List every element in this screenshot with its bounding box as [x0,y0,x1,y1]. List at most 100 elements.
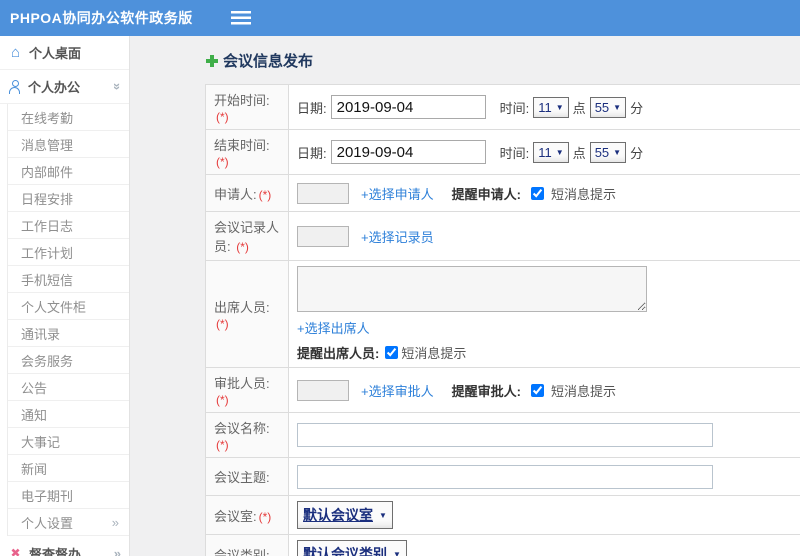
sidebar-item-announcement[interactable]: 公告 [8,374,129,401]
caret-down-icon: ▼ [613,147,622,157]
sidebar-item-label: 个人设置 [21,515,74,531]
sidebar-item-personal-desktop[interactable]: ⌂ 个人桌面 [0,36,129,70]
remind-approver-label: 提醒审批人: [451,383,521,399]
approver-label: 审批人员: [214,376,270,391]
sidebar-item-notice[interactable]: 通知 [8,401,129,428]
sidebar-item-work-plan[interactable]: 工作计划 [8,239,129,266]
add-icon [205,54,219,68]
time-label: 时间: [499,145,530,161]
start-time-label: 开始时间: [214,93,270,108]
sidebar-item-supervision[interactable]: ✖ 督查督办 » [0,536,129,556]
choose-approver-link[interactable]: +选择审批人 [361,381,434,400]
end-hour-select[interactable]: 11 ▼ [533,141,569,163]
caret-down-icon: ▼ [379,510,387,520]
sidebar-item-label: 在线考勤 [21,110,74,126]
meeting-category-label: 会议类别: [214,547,270,556]
end-date-input[interactable] [330,140,486,164]
remind-attendees-label: 提醒出席人员: [297,346,380,361]
time-label: 时间: [499,100,530,116]
page-title: 会议信息发布 [223,53,314,70]
required-mark: (*) [216,110,229,124]
attendees-textarea[interactable] [297,266,647,312]
sidebar-item-label: 日程安排 [21,191,74,207]
sidebar-item-label: 个人文件柜 [21,299,87,315]
recorder-input[interactable] [297,225,349,247]
approver-input[interactable] [297,379,349,401]
home-icon: ⌂ [10,44,21,61]
sidebar-item-label: 个人办公 [28,80,81,95]
sidebar-item-label: 个人桌面 [29,46,82,61]
meeting-room-label: 会议室: [214,508,257,524]
sidebar-item-label: 通讯录 [21,326,61,342]
applicant-sms-checkbox[interactable] [530,186,544,200]
meeting-category-select[interactable]: 默认会议类别 ▼ [297,540,407,556]
hamburger-menu-icon[interactable] [230,11,251,25]
sidebar-item-label: 工作日志 [21,218,74,234]
meeting-name-label: 会议名称: [214,421,270,436]
remind-applicant-label: 提醒申请人: [451,186,521,202]
caret-down-icon: ▼ [393,549,401,556]
sidebar-item-contacts[interactable]: 通讯录 [8,320,129,347]
chevron-right-icon: » [111,514,119,530]
sidebar-item-label: 电子期刊 [21,488,74,504]
required-mark: (*) [236,240,249,254]
applicant-input[interactable] [297,182,349,204]
meeting-name-input[interactable] [297,423,713,447]
sidebar-item-events[interactable]: 大事记 [8,428,129,455]
sidebar-item-personal-files[interactable]: 个人文件柜 [8,293,129,320]
meeting-room-select[interactable]: 默认会议室 ▼ [297,501,393,529]
attendees-sms-checkbox[interactable] [385,346,399,359]
meeting-subject-input[interactable] [297,464,713,489]
sidebar-item-work-log[interactable]: 工作日志 [8,212,129,239]
sidebar-item-e-journal[interactable]: 电子期刊 [8,482,129,509]
choose-applicant-link[interactable]: +选择申请人 [361,184,434,203]
supervision-icon: ✖ [10,546,21,556]
attendees-label: 出席人员: [214,300,270,315]
main-content: 会议信息发布 开始时间: (*) 日期: 时间: 11▼ 点 55▼ 分 [130,36,800,556]
applicant-label: 申请人: [214,186,257,202]
sidebar-item-label: 手机短信 [21,272,74,288]
sidebar-item-personal-office[interactable]: 个人办公 » [0,70,129,104]
approver-sms-checkbox[interactable] [530,383,544,397]
sidebar-item-online-attendance[interactable]: 在线考勤 [8,104,129,131]
caret-down-icon: ▼ [613,102,622,112]
sidebar-item-schedule[interactable]: 日程安排 [8,185,129,212]
sidebar-item-label: 消息管理 [21,137,74,153]
sms-label: 短消息提示 [550,383,616,399]
choose-attendees-link[interactable]: +选择出席人 [297,318,370,337]
sidebar-item-label: 督查督办 [29,546,82,556]
choose-recorder-link[interactable]: +选择记录员 [361,227,434,246]
sidebar-item-label: 通知 [21,407,48,423]
sidebar-item-meeting-service[interactable]: 会务服务 [8,347,129,374]
hour-unit-label: 点 [572,145,586,161]
required-mark: (*) [216,317,229,331]
caret-down-icon: ▼ [555,147,564,157]
required-mark: (*) [258,509,272,524]
start-hour-select[interactable]: 11 ▼ [533,96,569,118]
app-title: PHPOA协同办公软件政务版 [10,10,193,26]
sidebar-item-sms[interactable]: 手机短信 [8,266,129,293]
sidebar-item-message-management[interactable]: 消息管理 [8,131,129,158]
sidebar-item-internal-mail[interactable]: 内部邮件 [8,158,129,185]
chevron-double-down-icon: » [109,82,125,91]
date-label: 日期: [297,100,327,116]
sidebar-item-personal-settings[interactable]: 个人设置 » [8,509,129,536]
start-minute-select[interactable]: 55 ▼ [589,96,627,118]
sms-label: 短消息提示 [401,346,467,361]
top-header: PHPOA协同办公软件政务版 [0,0,800,36]
required-mark: (*) [216,155,229,169]
minute-unit-label: 分 [630,100,644,116]
sidebar-item-news[interactable]: 新闻 [8,455,129,482]
hour-unit-label: 点 [572,100,586,116]
sidebar: ⌂ 个人桌面 个人办公 » 在线考勤 消息管理 内部邮件 日程安排 工作日志 工… [0,36,130,556]
meeting-subject-label: 会议主题: [214,470,270,485]
sms-label: 短消息提示 [550,186,616,202]
end-minute-select[interactable]: 55 ▼ [589,141,627,163]
sidebar-item-label: 会务服务 [21,353,74,369]
sidebar-item-label: 公告 [21,380,48,396]
sidebar-submenu: 在线考勤 消息管理 内部邮件 日程安排 工作日志 工作计划 手机短信 个人文件柜… [7,104,129,536]
required-mark: (*) [216,393,229,407]
start-date-input[interactable] [330,95,486,119]
sidebar-item-label: 内部邮件 [21,164,74,180]
caret-down-icon: ▼ [555,102,564,112]
